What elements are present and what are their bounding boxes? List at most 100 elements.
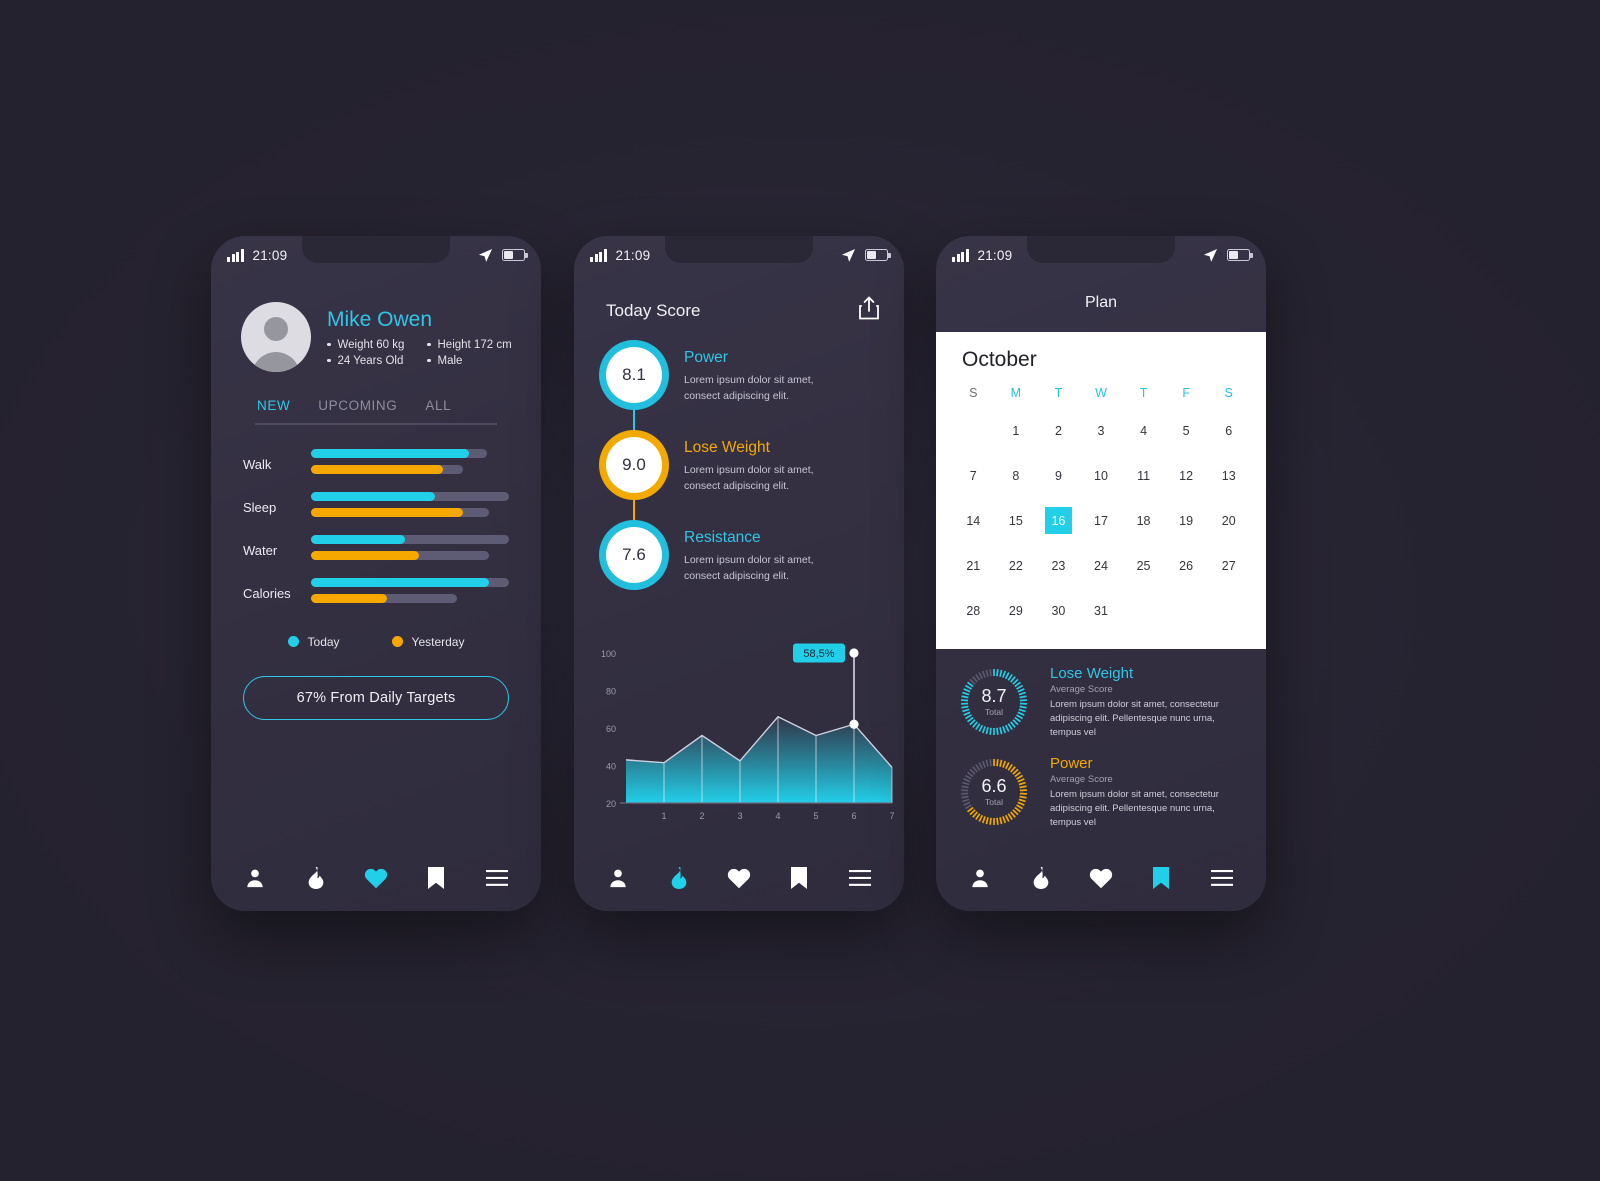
status-time: 21:09 — [615, 247, 651, 263]
legend-item-yesterday: Yesterday — [391, 635, 464, 649]
nav-heart-icon[interactable] — [1088, 865, 1114, 891]
calendar-day[interactable]: 11 — [1122, 455, 1165, 496]
nav-menu-icon[interactable] — [484, 865, 510, 891]
calendar-day[interactable]: 23 — [1037, 545, 1080, 586]
profile-name: Mike Owen — [327, 307, 433, 331]
calendar-day[interactable]: 30 — [1037, 590, 1080, 631]
daily-targets-button[interactable]: 67% From Daily Targets — [243, 675, 509, 720]
metric-track-yesterday[interactable] — [311, 550, 489, 560]
metric-track-today[interactable] — [311, 577, 509, 587]
calendar-day[interactable]: 4 — [1122, 410, 1165, 451]
score-list: 8.1 Power Lorem ipsum dolor sit amet, co… — [574, 325, 904, 617]
nav-flame-icon[interactable] — [303, 865, 329, 891]
calendar-day-selected[interactable]: 16 — [1037, 500, 1080, 541]
bottom-nav — [211, 845, 541, 911]
metric-row-calories: Calories — [243, 577, 511, 610]
nav-flame-icon[interactable] — [1028, 865, 1054, 891]
calendar-day[interactable]: 15 — [995, 500, 1038, 541]
chart-point[interactable] — [849, 719, 859, 729]
metric-track-yesterday[interactable] — [311, 507, 489, 517]
calendar-day[interactable]: 28 — [952, 590, 995, 631]
nav-person-icon[interactable] — [605, 865, 631, 891]
tab-all[interactable]: ALL — [425, 398, 451, 423]
phone-screen-today-score: 21:09 Today Score 8.1 Power Lorem ipsum … — [574, 236, 904, 911]
calendar: October S M T W T F S 1 2 3 4 5 6 7 8 9 10 11 12 13 14 15 16 17… — [936, 332, 1266, 649]
share-icon[interactable] — [858, 296, 880, 325]
average-description: Lorem ipsum dolor sit amet, consectetur … — [1050, 789, 1219, 828]
chart-xtick: 5 — [813, 811, 818, 821]
calendar-day[interactable]: 14 — [952, 500, 995, 541]
battery-icon — [502, 249, 528, 261]
calendar-dow-1: M — [1010, 386, 1022, 400]
nav-person-icon[interactable] — [242, 865, 268, 891]
calendar-day[interactable]: 10 — [1080, 455, 1123, 496]
nav-heart-icon[interactable] — [363, 865, 389, 891]
score-description: Lorem ipsum dolor sit amet, consect adip… — [684, 554, 814, 582]
chart-legend: Today Yesterday — [211, 621, 541, 649]
chart-point[interactable] — [849, 648, 859, 658]
chart-tooltip-label: 58,5% — [803, 648, 834, 660]
battery-icon — [865, 249, 891, 261]
metric-track-today[interactable] — [311, 534, 509, 544]
calendar-day[interactable]: 29 — [995, 590, 1038, 631]
metric-track-yesterday[interactable] — [311, 593, 457, 603]
calendar-grid: S M T W T F S 1 2 3 4 5 6 7 8 9 10 11 12 13 14 15 16 17 18 19 20 21… — [952, 380, 1250, 631]
calendar-day[interactable]: 17 — [1080, 500, 1123, 541]
metric-track-today[interactable] — [311, 491, 509, 501]
calendar-day[interactable]: 22 — [995, 545, 1038, 586]
tab-new[interactable]: NEW — [257, 398, 290, 423]
page-title: Plan — [1084, 294, 1118, 311]
chart-area-fill — [626, 716, 892, 803]
nav-person-icon[interactable] — [967, 865, 993, 891]
calendar-day[interactable]: 20 — [1207, 500, 1250, 541]
calendar-day[interactable]: 26 — [1165, 545, 1208, 586]
score-description: Lorem ipsum dolor sit amet, consect adip… — [684, 464, 814, 492]
nav-bookmark-icon[interactable] — [1148, 865, 1174, 891]
score-ring: 7.6 — [606, 527, 662, 583]
calendar-day[interactable]: 31 — [1080, 590, 1123, 631]
status-time: 21:09 — [977, 247, 1013, 263]
calendar-day[interactable]: 12 — [1165, 455, 1208, 496]
gauge-total-label: Total — [985, 797, 1003, 808]
chart-ytick: 60 — [606, 724, 616, 734]
nav-bookmark-icon[interactable] — [423, 865, 449, 891]
metric-row-water: Water — [243, 534, 511, 567]
average-title: Lose Weight — [1050, 665, 1134, 682]
calendar-day[interactable]: 25 — [1122, 545, 1165, 586]
nav-menu-icon[interactable] — [1209, 865, 1235, 891]
calendar-day[interactable]: 19 — [1165, 500, 1208, 541]
status-time: 21:09 — [252, 247, 288, 263]
score-title: Power — [684, 349, 728, 366]
calendar-day[interactable]: 7 — [952, 455, 995, 496]
score-row-power: 8.1 Power Lorem ipsum dolor sit amet, co… — [574, 347, 904, 437]
metric-label: Calories — [243, 586, 291, 601]
signal-bars-icon — [590, 248, 607, 262]
chart-svg: 20 40 60 80 100 1 2 3 4 5 6 7 58,5% — [601, 643, 895, 821]
nav-menu-icon[interactable] — [847, 865, 873, 891]
nav-flame-icon[interactable] — [666, 865, 692, 891]
phone-screen-plan: 21:09 Plan October S M T W T F S 1 2 3 4 5 6 7 8 9 10 11 1… — [936, 236, 1266, 911]
metric-track-today[interactable] — [311, 448, 487, 458]
calendar-day[interactable]: 27 — [1207, 545, 1250, 586]
score-row-resistance: 7.6 Resistance Lorem ipsum dolor sit ame… — [574, 527, 904, 617]
score-ring: 9.0 — [606, 437, 662, 493]
nav-bookmark-icon[interactable] — [786, 865, 812, 891]
calendar-day[interactable]: 1 — [995, 410, 1038, 451]
calendar-day[interactable]: 24 — [1080, 545, 1123, 586]
calendar-day[interactable]: 21 — [952, 545, 995, 586]
tab-upcoming[interactable]: UPCOMING — [318, 398, 397, 423]
calendar-day[interactable]: 6 — [1207, 410, 1250, 451]
calendar-day[interactable]: 3 — [1080, 410, 1123, 451]
calendar-day[interactable]: 18 — [1122, 500, 1165, 541]
calendar-day[interactable]: 2 — [1037, 410, 1080, 451]
calendar-day[interactable]: 9 — [1037, 455, 1080, 496]
calendar-day[interactable]: 13 — [1207, 455, 1250, 496]
nav-heart-icon[interactable] — [726, 865, 752, 891]
calendar-day[interactable]: 5 — [1165, 410, 1208, 451]
score-ring: 8.1 — [606, 347, 662, 403]
signal-bars-icon — [227, 248, 244, 262]
calendar-day[interactable]: 8 — [995, 455, 1038, 496]
metric-track-yesterday[interactable] — [311, 464, 463, 474]
avatar-placeholder-icon — [241, 302, 311, 372]
profile-header: Mike Owen Weight 60 kg Height 172 cm 24 … — [211, 274, 541, 372]
